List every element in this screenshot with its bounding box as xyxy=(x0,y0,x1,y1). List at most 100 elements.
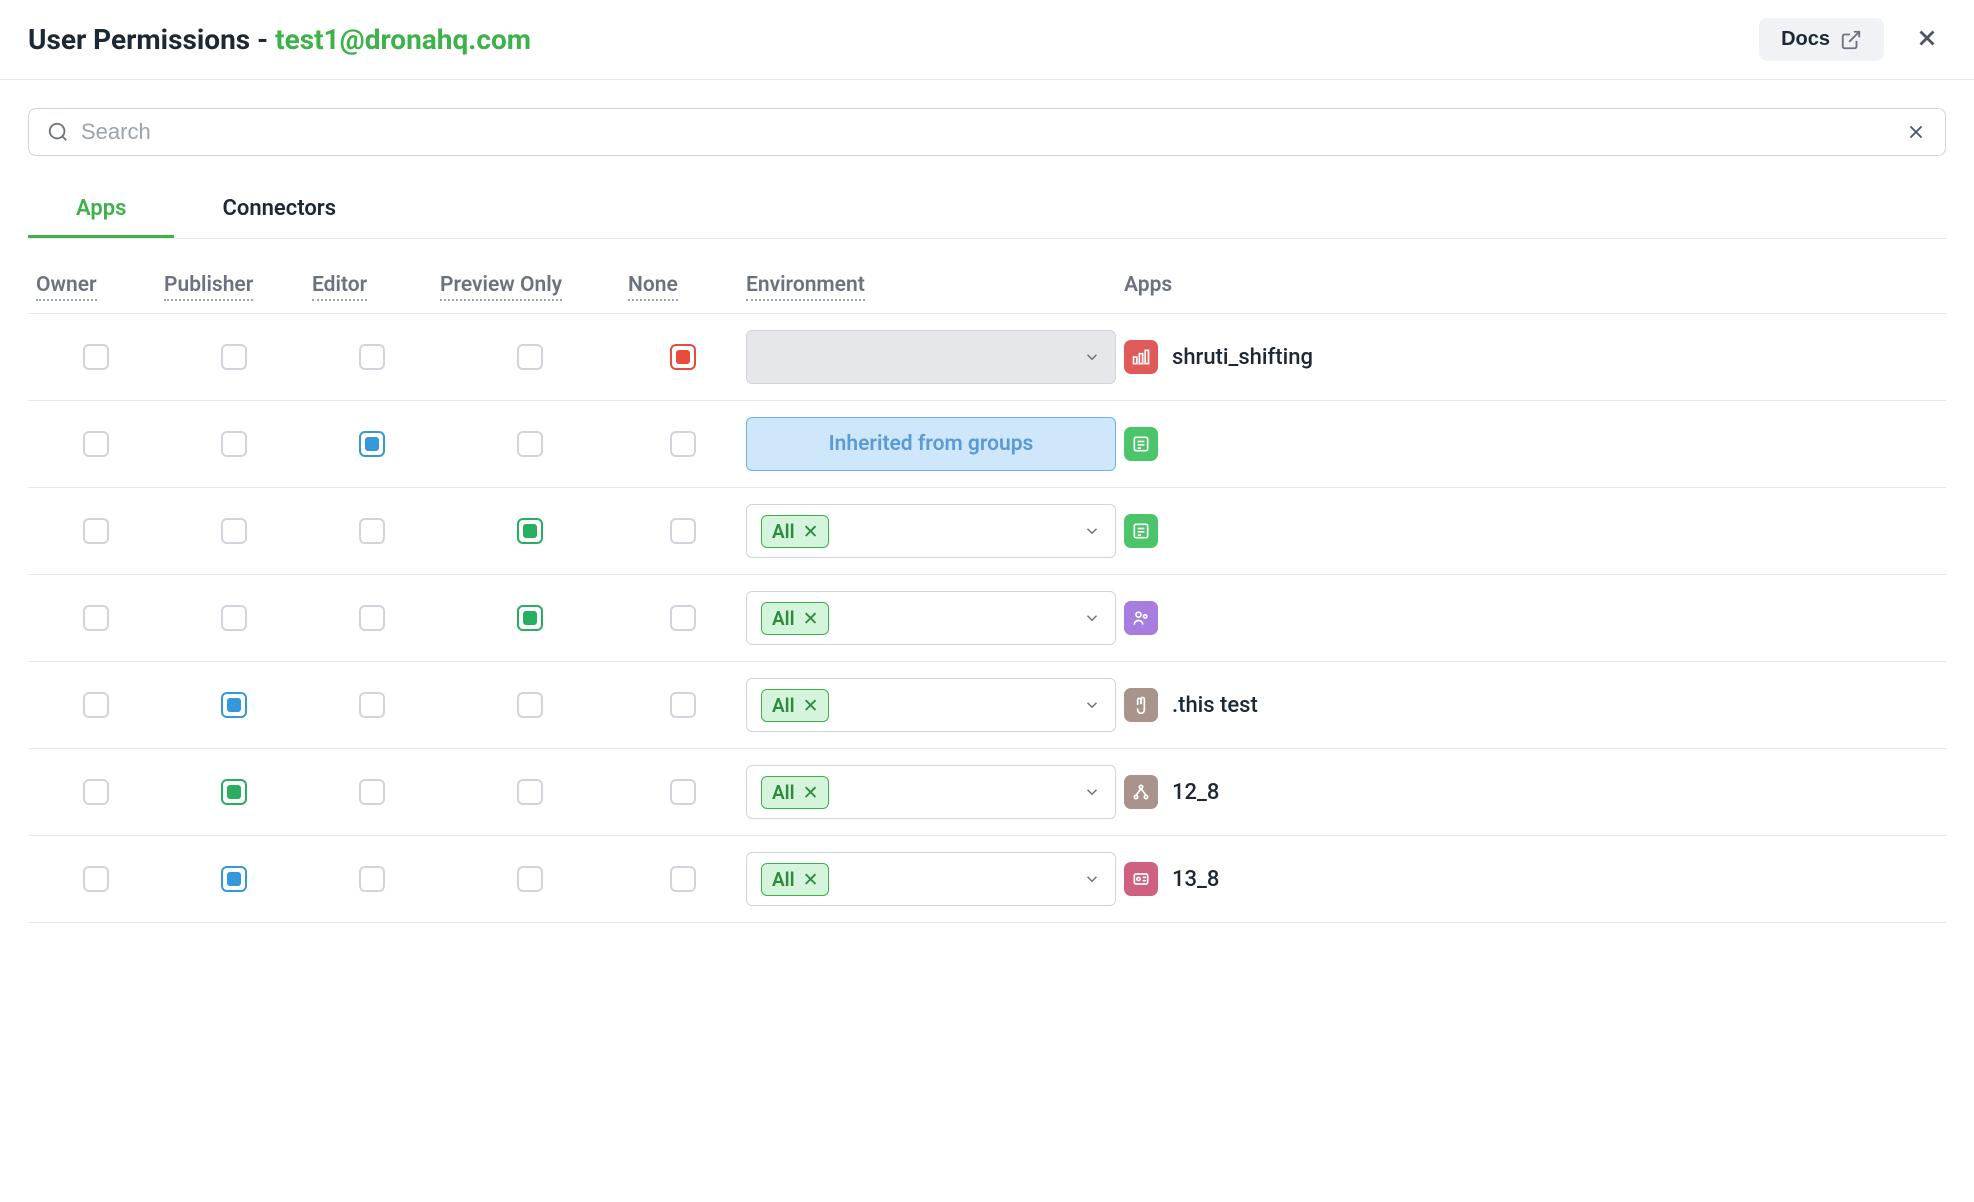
permission-checkbox[interactable] xyxy=(670,431,696,457)
environment-select[interactable]: All ✕ xyxy=(746,852,1116,906)
permission-checkbox[interactable] xyxy=(670,605,696,631)
permission-checkbox[interactable] xyxy=(221,344,247,370)
app-icon xyxy=(1124,514,1158,548)
tab-connectors[interactable]: Connectors xyxy=(174,182,384,238)
cell-app: 13_8 xyxy=(1124,862,1938,896)
permission-checkbox[interactable] xyxy=(517,779,543,805)
cell-preview xyxy=(440,431,620,457)
close-button[interactable] xyxy=(1908,19,1946,60)
cell-app: .this test xyxy=(1124,688,1938,722)
table-row: All ✕ xyxy=(28,575,1946,662)
permission-checkbox[interactable] xyxy=(517,605,543,631)
cell-owner xyxy=(36,431,156,457)
cell-preview xyxy=(440,344,620,370)
permissions-table: Owner Publisher Editor Preview Only None… xyxy=(28,273,1946,923)
permission-checkbox[interactable] xyxy=(359,779,385,805)
chevron-down-icon xyxy=(1083,783,1101,801)
col-apps: Apps xyxy=(1124,273,1172,299)
permission-checkbox[interactable] xyxy=(670,344,696,370)
permission-checkbox[interactable] xyxy=(221,431,247,457)
close-icon xyxy=(1914,25,1940,51)
app-icon xyxy=(1124,427,1158,461)
permission-checkbox[interactable] xyxy=(221,605,247,631)
table-row: Inherited from groups xyxy=(28,401,1946,488)
env-tag: All ✕ xyxy=(761,776,829,809)
permission-checkbox[interactable] xyxy=(517,431,543,457)
permission-checkbox[interactable] xyxy=(221,692,247,718)
permission-checkbox[interactable] xyxy=(359,692,385,718)
remove-tag-icon[interactable]: ✕ xyxy=(803,694,819,717)
remove-tag-icon[interactable]: ✕ xyxy=(803,781,819,804)
permission-checkbox[interactable] xyxy=(221,779,247,805)
cell-owner xyxy=(36,605,156,631)
cell-preview xyxy=(440,779,620,805)
cell-editor xyxy=(312,866,432,892)
cell-preview xyxy=(440,605,620,631)
permission-checkbox[interactable] xyxy=(83,518,109,544)
col-owner[interactable]: Owner xyxy=(36,273,97,301)
col-none[interactable]: None xyxy=(628,273,678,301)
env-tag: All ✕ xyxy=(761,863,829,896)
permission-checkbox[interactable] xyxy=(83,344,109,370)
remove-tag-icon[interactable]: ✕ xyxy=(803,868,819,891)
table-row: shruti_shifting xyxy=(28,314,1946,401)
cell-none xyxy=(628,605,738,631)
permission-checkbox[interactable] xyxy=(517,692,543,718)
environment-select[interactable]: All ✕ xyxy=(746,504,1116,558)
col-editor[interactable]: Editor xyxy=(312,273,367,301)
environment-select[interactable]: All ✕ xyxy=(746,678,1116,732)
cell-editor xyxy=(312,605,432,631)
app-icon xyxy=(1124,862,1158,896)
page-header: User Permissions - test1@dronahq.com Doc… xyxy=(0,0,1974,80)
cell-app xyxy=(1124,601,1938,635)
app-icon xyxy=(1124,775,1158,809)
permission-checkbox[interactable] xyxy=(359,344,385,370)
environment-select[interactable]: All ✕ xyxy=(746,765,1116,819)
permission-checkbox[interactable] xyxy=(359,518,385,544)
permission-checkbox[interactable] xyxy=(670,866,696,892)
docs-button[interactable]: Docs xyxy=(1759,18,1884,61)
permission-checkbox[interactable] xyxy=(517,866,543,892)
environment-select-disabled xyxy=(746,330,1116,384)
remove-tag-icon[interactable]: ✕ xyxy=(803,607,819,630)
cell-environment: All ✕ xyxy=(746,852,1116,906)
chevron-down-icon xyxy=(1083,609,1101,627)
search-bar[interactable] xyxy=(28,108,1946,156)
permission-checkbox[interactable] xyxy=(83,431,109,457)
table-header: Owner Publisher Editor Preview Only None… xyxy=(28,273,1946,314)
permission-checkbox[interactable] xyxy=(221,866,247,892)
permission-checkbox[interactable] xyxy=(517,344,543,370)
permission-checkbox[interactable] xyxy=(670,779,696,805)
permission-checkbox[interactable] xyxy=(517,518,543,544)
env-tag: All ✕ xyxy=(761,602,829,635)
clear-search-icon[interactable] xyxy=(1905,121,1927,143)
cell-publisher xyxy=(164,692,304,718)
table-body: shruti_shifting Inherited from groups All … xyxy=(28,314,1946,923)
table-row: All ✕ xyxy=(28,488,1946,575)
permission-checkbox[interactable] xyxy=(83,779,109,805)
environment-select[interactable]: All ✕ xyxy=(746,591,1116,645)
cell-app xyxy=(1124,427,1938,461)
permission-checkbox[interactable] xyxy=(221,518,247,544)
cell-publisher xyxy=(164,344,304,370)
cell-publisher xyxy=(164,518,304,544)
cell-preview xyxy=(440,518,620,544)
permission-checkbox[interactable] xyxy=(359,605,385,631)
permission-checkbox[interactable] xyxy=(359,866,385,892)
cell-app: shruti_shifting xyxy=(1124,340,1938,374)
tab-apps[interactable]: Apps xyxy=(28,182,174,238)
permission-checkbox[interactable] xyxy=(83,605,109,631)
permission-checkbox[interactable] xyxy=(83,692,109,718)
remove-tag-icon[interactable]: ✕ xyxy=(803,520,819,543)
search-input[interactable] xyxy=(81,119,1893,145)
app-name: shruti_shifting xyxy=(1172,345,1313,370)
col-environment[interactable]: Environment xyxy=(746,273,865,301)
col-preview[interactable]: Preview Only xyxy=(440,273,562,301)
permission-checkbox[interactable] xyxy=(83,866,109,892)
col-publisher[interactable]: Publisher xyxy=(164,273,253,301)
permission-checkbox[interactable] xyxy=(359,431,385,457)
cell-none xyxy=(628,431,738,457)
permission-checkbox[interactable] xyxy=(670,692,696,718)
cell-preview xyxy=(440,866,620,892)
permission-checkbox[interactable] xyxy=(670,518,696,544)
